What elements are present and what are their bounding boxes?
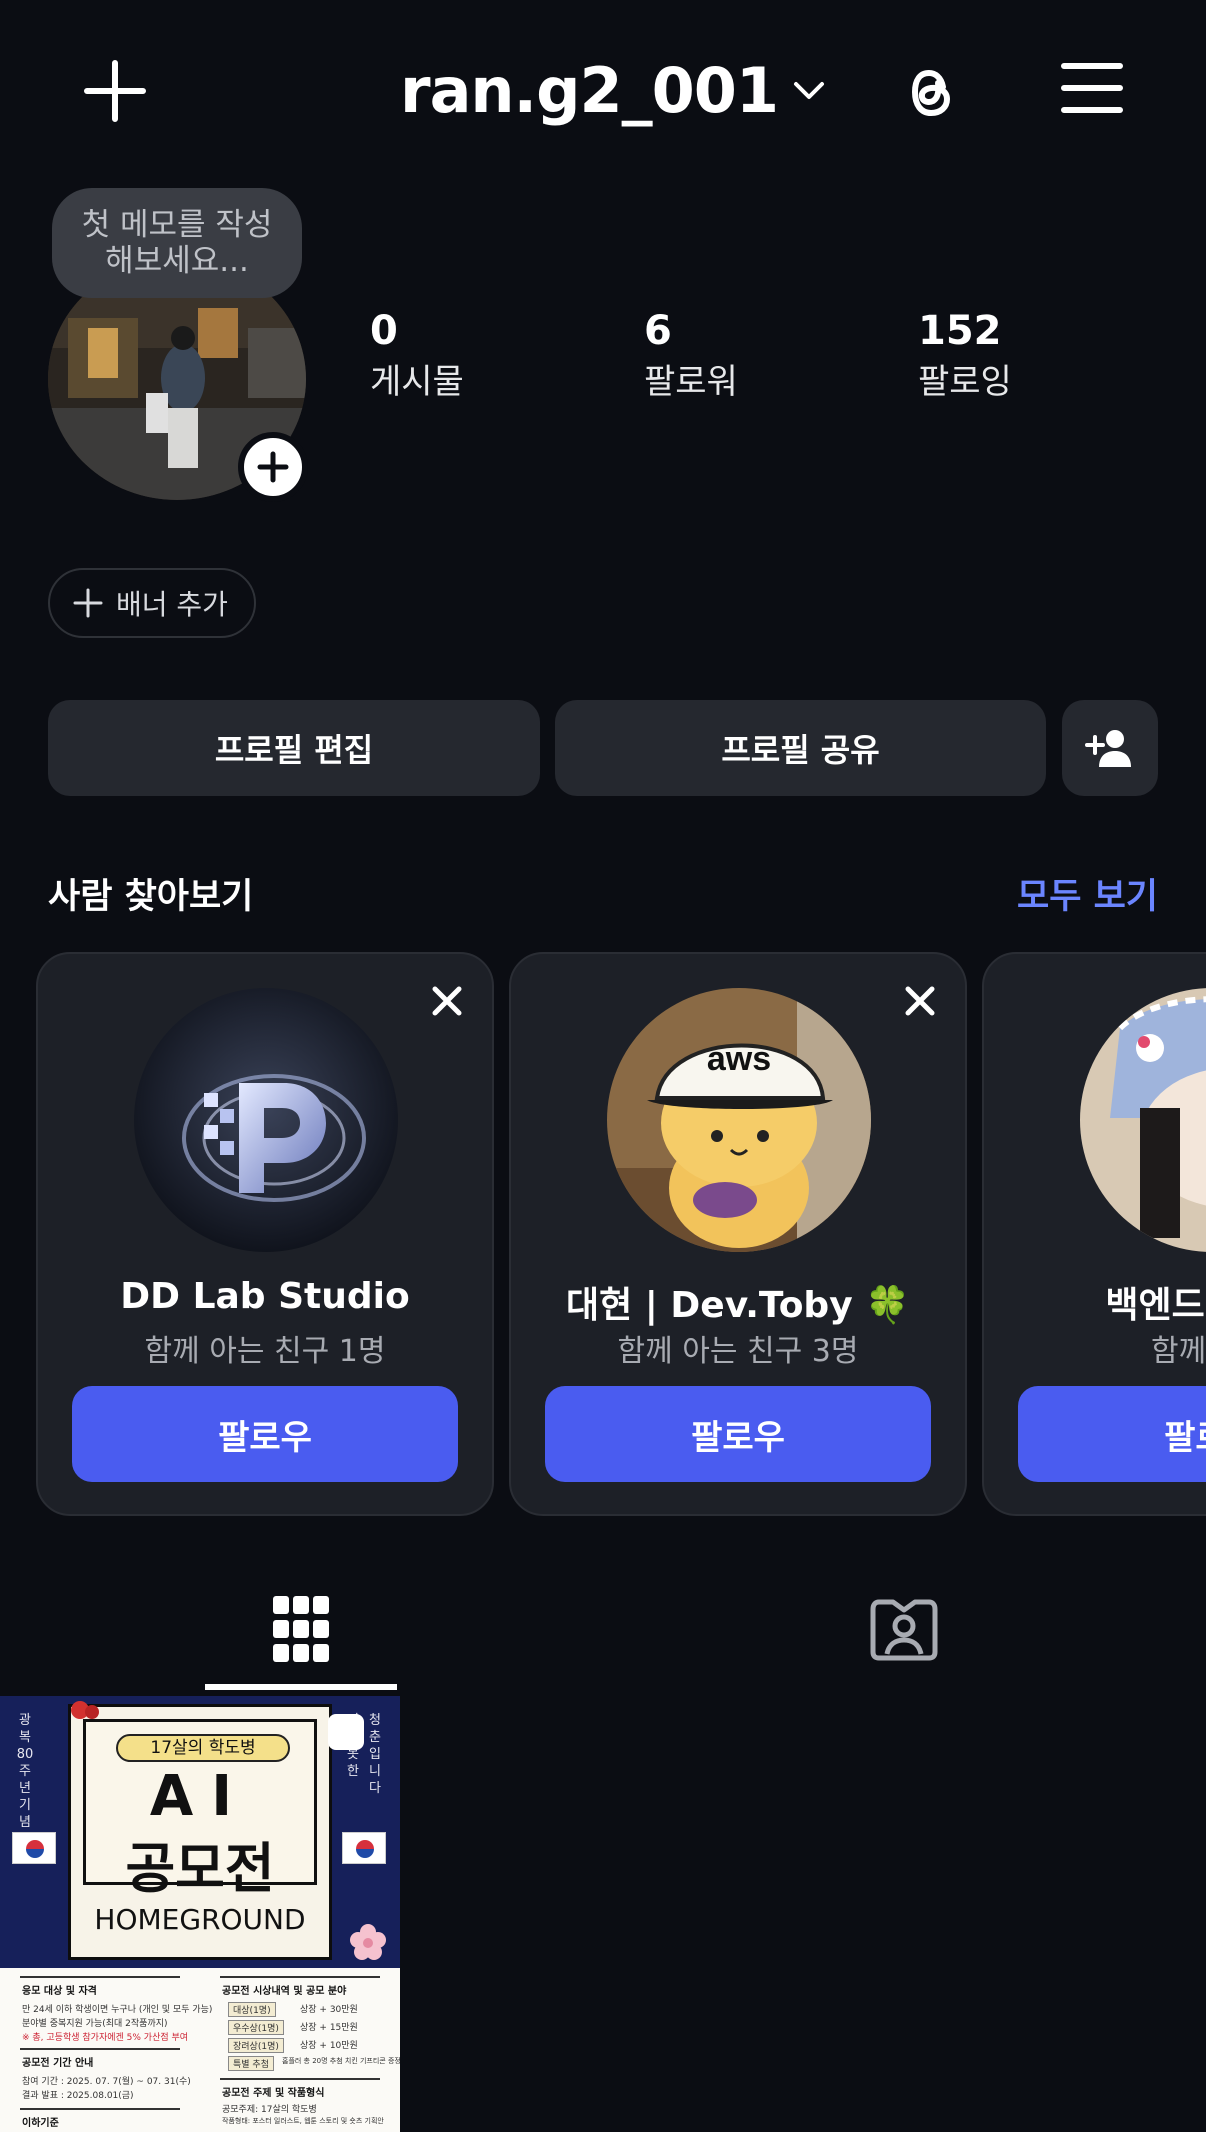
- share-profile-label: 프로필 공유: [721, 731, 880, 769]
- suggestion-mutual: 함께 아는 친구 3명: [617, 1334, 859, 1369]
- prize-label: 대상(1명): [228, 2002, 276, 2017]
- korean-flag-icon: [12, 1832, 56, 1864]
- prize-label: 특별 추첨: [228, 2056, 274, 2071]
- poster-line: 공모주제: 17살의 학도병: [222, 2105, 317, 2115]
- close-icon[interactable]: [903, 984, 937, 1018]
- stat-following-value: 152: [918, 308, 1002, 354]
- threads-icon: [911, 69, 951, 117]
- poster-line: 분야별 중복지원 가능(최대 2작품까지): [22, 2019, 168, 2029]
- poster-vertical-text-left: 광복80주년기념: [16, 1713, 34, 1830]
- close-icon[interactable]: [430, 984, 464, 1018]
- multi-image-indicator-icon: [328, 1714, 364, 1750]
- poster-details: 응모 대상 및 자격 만 24세 이하 학생이면 누구나 (개인 및 모두 가능…: [0, 1968, 400, 2132]
- poster-section-2: 공모전 기간 안내: [22, 2058, 94, 2069]
- threads-button[interactable]: [896, 56, 964, 128]
- see-all-link[interactable]: 모두 보기: [1017, 868, 1158, 919]
- poster-frame: 17살의 학도병 AI 공모전 HOMEGROUND: [68, 1704, 332, 1960]
- follow-button[interactable]: 팔로우: [72, 1386, 458, 1482]
- suggestion-card[interactable]: DD Lab Studio 함께 아는 친구 1명 팔로우: [36, 952, 494, 1516]
- edit-profile-label: 프로필 편집: [214, 731, 374, 769]
- active-tab-indicator: [205, 1684, 397, 1690]
- add-person-icon: [1085, 730, 1131, 767]
- share-profile-button[interactable]: 프로필 공유: [555, 700, 1046, 796]
- create-plus-button[interactable]: [80, 56, 150, 126]
- menu-button[interactable]: [1060, 58, 1124, 118]
- stat-posts-label: 게시물: [370, 362, 464, 402]
- chevron-down-icon: [794, 82, 825, 99]
- poster-line: 작품형태: 포스터 일러스트, 웹툰 스토리 및 숏츠 기획안: [222, 2117, 384, 2125]
- add-story-button[interactable]: [238, 432, 308, 502]
- prize-value: 상장 + 30만원: [300, 2005, 358, 2015]
- plus-icon: [84, 60, 146, 122]
- stat-followers[interactable]: 6 팔로워: [644, 308, 738, 403]
- poster-header: 광복80주년기념 기억못한 청춘입니다 17살의 학도병 AI 공모전 HOME…: [0, 1696, 400, 1968]
- ribbon-icon: [71, 1701, 99, 1719]
- avatar-photo: [1080, 988, 1206, 1252]
- prize-value: 상장 + 10만원: [300, 2041, 358, 2051]
- grid-icon: [273, 1596, 329, 1662]
- username: ran.g2_001: [400, 53, 779, 127]
- suggestion-name: DD Lab Studio: [120, 1276, 410, 1317]
- poster-line: ※ 총, 고등학생 참가자에겐 5% 가산점 부여: [22, 2033, 189, 2043]
- tab-tagged[interactable]: [808, 1584, 1000, 1674]
- memo-bubble[interactable]: 첫 메모를 작성 해보세요...: [52, 188, 302, 298]
- tagged-person-icon: [870, 1599, 938, 1661]
- suggestion-mutual: 함께 아는: [1151, 1334, 1206, 1369]
- plush-toy-photo: aws: [607, 988, 871, 1252]
- stat-following[interactable]: 152 팔로잉: [918, 308, 1012, 403]
- suggestion-mutual: 함께 아는 친구 1명: [144, 1334, 386, 1369]
- hamburger-menu-icon: [1061, 63, 1123, 113]
- poster-inner: 17살의 학도병 AI 공모전: [83, 1719, 317, 1900]
- follow-button[interactable]: 팔로우: [545, 1386, 931, 1482]
- poster-subtitle: HOMEGROUND: [94, 1903, 306, 1936]
- discover-people-button[interactable]: [1062, 700, 1158, 796]
- stat-followers-label: 팔로워: [644, 362, 738, 402]
- poster-line: 만 24세 이하 학생이면 누구나 (개인 및 모두 가능): [22, 2005, 213, 2015]
- stat-posts[interactable]: 0 게시물: [370, 308, 464, 403]
- prize-value: 홈플러 총 20명 추첨 치킨 기프티콘 증정: [282, 2057, 400, 2065]
- suggestion-card[interactable]: aws 대현 | Dev.Toby 🍀 함께 아는 친구 3명 팔로우: [509, 952, 967, 1516]
- post-thumbnail[interactable]: 광복80주년기념 기억못한 청춘입니다 17살의 학도병 AI 공모전 HOME…: [0, 1696, 400, 2132]
- plus-icon: [73, 588, 103, 618]
- suggestion-card[interactable]: 백엔드 주니어 함께 아는 팔로우: [982, 952, 1206, 1516]
- add-banner-button[interactable]: 배너 추가: [48, 568, 256, 638]
- poster-line: 결과 발표 : 2025.08.01(금): [22, 2091, 134, 2101]
- suggestion-avatar[interactable]: [1080, 988, 1206, 1252]
- poster-vertical-text-right-2: 청춘입니다: [369, 1713, 381, 1796]
- poster-line: 이하기준: [22, 2118, 59, 2129]
- suggestion-name: 대현 | Dev.Toby 🍀: [565, 1285, 911, 1326]
- poster-line: 참여 기간 : 2025. 07. 7(월) ~ 07. 31(수): [22, 2077, 191, 2087]
- poster-section-4: 공모전 주제 및 작품형식: [222, 2088, 325, 2099]
- poster-title: 공모전: [125, 1837, 275, 1900]
- korean-flag-icon: [342, 1832, 386, 1864]
- stat-posts-value: 0: [370, 308, 398, 354]
- flower-icon: [350, 1924, 386, 1960]
- prize-label: 우수상(1명): [228, 2020, 284, 2035]
- suggestion-name: 백엔드 주니어: [1105, 1285, 1206, 1326]
- follow-button[interactable]: 팔로우: [1018, 1386, 1206, 1482]
- poster-tag: 17살의 학도병: [116, 1734, 290, 1762]
- account-switcher[interactable]: ran.g2_001: [400, 50, 826, 130]
- memo-placeholder: 첫 메모를 작성 해보세요...: [81, 207, 273, 279]
- prize-label: 장려상(1명): [228, 2038, 284, 2053]
- prize-value: 상장 + 15만원: [300, 2023, 358, 2033]
- plus-icon: [257, 451, 289, 483]
- dd-lab-logo: [134, 988, 398, 1252]
- edit-profile-button[interactable]: 프로필 편집: [48, 700, 540, 796]
- stat-following-label: 팔로잉: [918, 362, 1012, 402]
- poster-section-3: 공모전 시상내역 및 공모 분야: [222, 1986, 347, 1997]
- suggestion-avatar[interactable]: aws: [607, 988, 871, 1252]
- tab-posts-grid[interactable]: [205, 1584, 397, 1674]
- poster-section-1: 응모 대상 및 자격: [22, 1986, 97, 1997]
- svg-text:aws: aws: [707, 1040, 771, 1078]
- poster-ai: AI: [149, 1764, 251, 1829]
- suggestion-avatar[interactable]: [134, 988, 398, 1252]
- add-banner-label: 배너 추가: [116, 588, 228, 621]
- discover-title: 사람 찾아보기: [48, 877, 254, 917]
- stat-followers-value: 6: [644, 308, 672, 354]
